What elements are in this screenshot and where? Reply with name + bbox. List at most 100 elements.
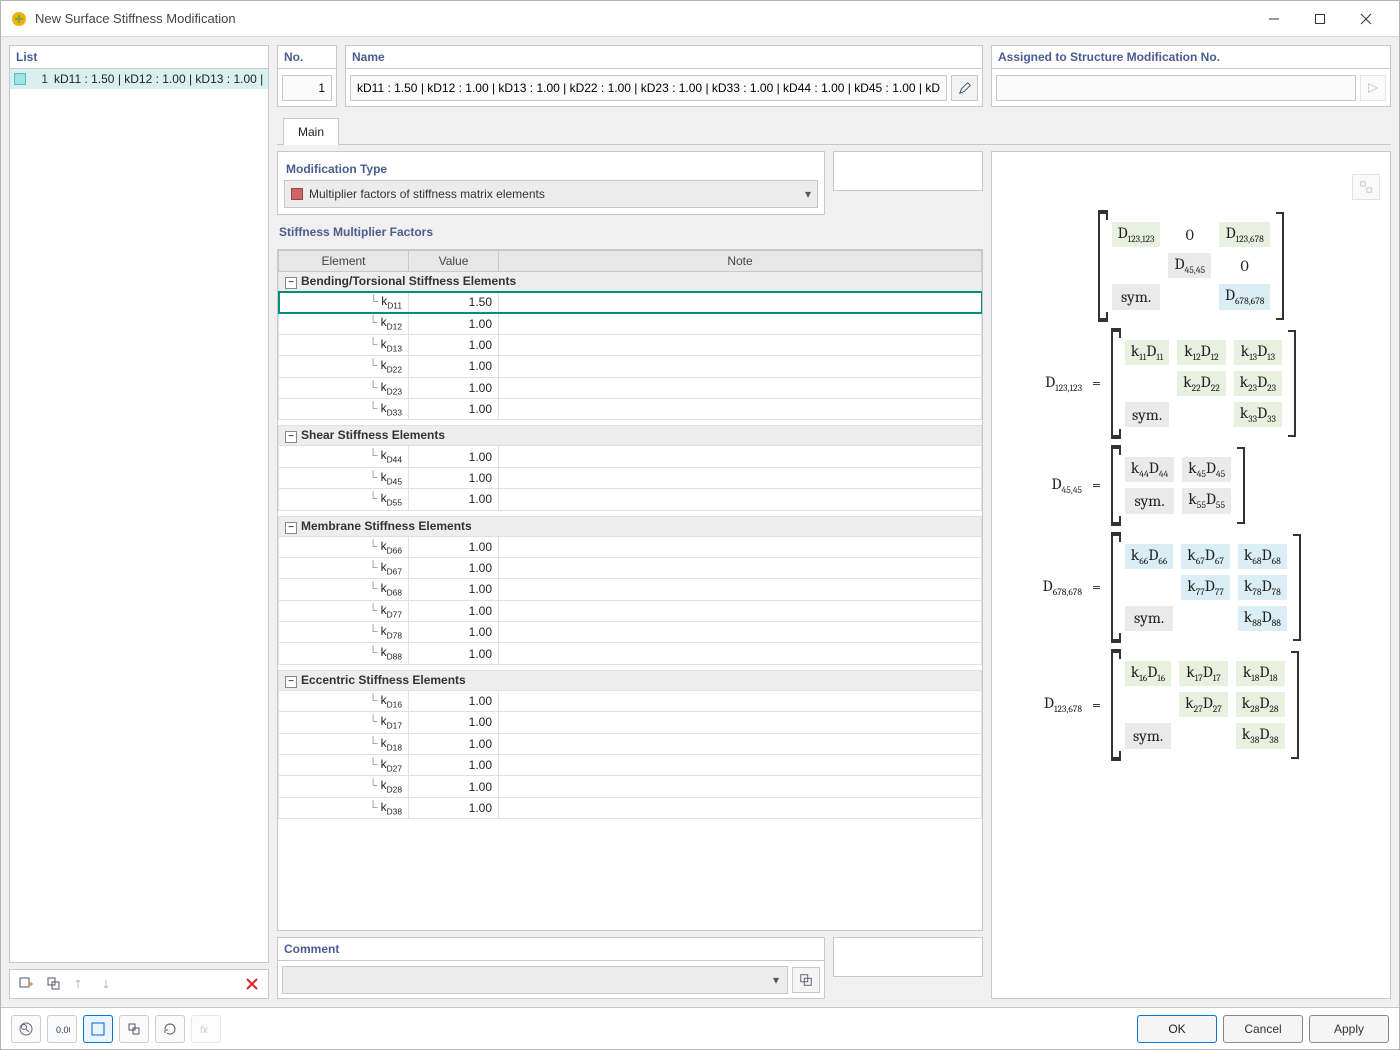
cell-note[interactable] [499,557,982,578]
assigned-pick-button[interactable] [1360,75,1386,101]
cell-value[interactable]: 1.00 [409,489,499,510]
cell-value[interactable]: 1.00 [409,622,499,643]
cell-note[interactable] [499,467,982,488]
cell-value[interactable]: 1.00 [409,797,499,818]
name-field[interactable] [350,75,947,101]
no-field[interactable] [282,75,332,101]
table-row[interactable]: └ kD671.00 [279,557,982,578]
table-row[interactable]: └ kD221.00 [279,356,982,377]
table-row[interactable]: └ kD331.00 [279,398,982,419]
cell-note[interactable] [499,797,982,818]
footer-fx-button[interactable]: fx [191,1015,221,1043]
cell-note[interactable] [499,733,982,754]
cell-value[interactable]: 1.00 [409,776,499,797]
name-edit-button[interactable] [951,75,978,101]
comment-combo[interactable]: ▾ [282,966,788,994]
new-item-button[interactable] [14,972,38,996]
copy-item-button[interactable] [42,972,66,996]
window-maximize-button[interactable] [1297,4,1343,34]
cell-note[interactable] [499,643,982,664]
cell-value[interactable]: 1.00 [409,712,499,733]
cell-note[interactable] [499,377,982,398]
cell-value[interactable]: 1.00 [409,334,499,355]
list-item[interactable]: 1 kD11 : 1.50 | kD12 : 1.00 | kD13 : 1.0… [10,69,268,89]
cell-note[interactable] [499,579,982,600]
comment-field[interactable] [287,967,769,993]
cell-value[interactable]: 1.00 [409,733,499,754]
expander-icon[interactable]: − [285,522,297,534]
footer-refresh-button[interactable] [155,1015,185,1043]
cell-note[interactable] [499,712,982,733]
sort-asc-button[interactable] [70,972,94,996]
table-row[interactable]: └ kD771.00 [279,600,982,621]
cell-note[interactable] [499,313,982,334]
tab-main[interactable]: Main [283,118,339,145]
cell-value[interactable]: 1.00 [409,467,499,488]
list-body[interactable]: 1 kD11 : 1.50 | kD12 : 1.00 | kD13 : 1.0… [10,68,268,962]
comment-pick-button[interactable] [792,967,820,993]
table-row[interactable]: └ kD181.00 [279,733,982,754]
table-row[interactable]: └ kD111.50 [279,292,982,313]
table-row[interactable]: └ kD551.00 [279,489,982,510]
delete-item-button[interactable] [240,972,264,996]
cell-value[interactable]: 1.00 [409,755,499,776]
window-minimize-button[interactable] [1251,4,1297,34]
cell-value[interactable]: 1.50 [409,292,499,313]
group-header[interactable]: −Membrane Stiffness Elements [279,516,982,536]
table-row[interactable]: └ kD171.00 [279,712,982,733]
table-row[interactable]: └ kD281.00 [279,776,982,797]
cell-value[interactable]: 1.00 [409,579,499,600]
cell-value[interactable]: 1.00 [409,377,499,398]
footer-copy-button[interactable] [119,1015,149,1043]
cell-note[interactable] [499,446,982,467]
cell-note[interactable] [499,600,982,621]
cell-note[interactable] [499,622,982,643]
table-row[interactable]: └ kD161.00 [279,690,982,711]
table-row[interactable]: └ kD131.00 [279,334,982,355]
window-close-button[interactable] [1343,4,1389,34]
cell-note[interactable] [499,356,982,377]
table-row[interactable]: └ kD661.00 [279,536,982,557]
cell-value[interactable]: 1.00 [409,356,499,377]
cell-value[interactable]: 1.00 [409,643,499,664]
assigned-field[interactable] [996,75,1356,101]
cell-value[interactable]: 1.00 [409,600,499,621]
cell-note[interactable] [499,755,982,776]
cell-note[interactable] [499,776,982,797]
group-header[interactable]: −Bending/Torsional Stiffness Elements [279,272,982,292]
cell-note[interactable] [499,334,982,355]
footer-help-button[interactable] [11,1015,41,1043]
table-row[interactable]: └ kD451.00 [279,467,982,488]
cell-note[interactable] [499,292,982,313]
ok-button[interactable]: OK [1137,1015,1217,1043]
table-row[interactable]: └ kD441.00 [279,446,982,467]
cell-value[interactable]: 1.00 [409,398,499,419]
footer-grid-button[interactable] [83,1015,113,1043]
group-header[interactable]: −Eccentric Stiffness Elements [279,670,982,690]
cell-value[interactable]: 1.00 [409,536,499,557]
table-row[interactable]: └ kD881.00 [279,643,982,664]
cancel-button[interactable]: Cancel [1223,1015,1303,1043]
table-row[interactable]: └ kD231.00 [279,377,982,398]
table-row[interactable]: └ kD381.00 [279,797,982,818]
cell-value[interactable]: 1.00 [409,313,499,334]
cell-note[interactable] [499,398,982,419]
apply-button[interactable]: Apply [1309,1015,1389,1043]
cell-value[interactable]: 1.00 [409,690,499,711]
footer-units-button[interactable]: 0.00 [47,1015,77,1043]
cell-value[interactable]: 1.00 [409,446,499,467]
expander-icon[interactable]: − [285,431,297,443]
matrix-extra-button[interactable] [1352,174,1380,200]
cell-note[interactable] [499,489,982,510]
cell-note[interactable] [499,536,982,557]
expander-icon[interactable]: − [285,277,297,289]
table-row[interactable]: └ kD121.00 [279,313,982,334]
group-header[interactable]: −Shear Stiffness Elements [279,426,982,446]
expander-icon[interactable]: − [285,676,297,688]
mod-type-combo[interactable]: Multiplier factors of stiffness matrix e… [284,180,818,208]
cell-note[interactable] [499,690,982,711]
factors-table[interactable]: Element Value Note −Bending/Torsional St… [278,250,982,825]
sort-desc-button[interactable] [98,972,122,996]
table-row[interactable]: └ kD781.00 [279,622,982,643]
cell-value[interactable]: 1.00 [409,557,499,578]
